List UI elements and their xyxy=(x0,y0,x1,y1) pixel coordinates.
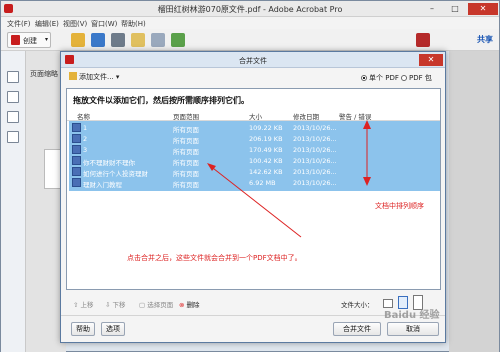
move-down-label: 下移 xyxy=(112,301,126,309)
merge-annotation: 点击合并之后，这些文件就会合并到一个PDF文档中了。 xyxy=(127,254,302,262)
page-thumbnails-icon[interactable] xyxy=(7,71,19,83)
radio-unselected-icon xyxy=(401,75,407,81)
pdf-tool-icon[interactable] xyxy=(416,33,430,47)
bookmarks-icon[interactable] xyxy=(7,91,19,103)
choose-pages-button[interactable]: ▢ 选择页面 xyxy=(139,299,173,309)
arrow-down-icon: ⇩ xyxy=(105,301,111,309)
pdf-package-label: PDF 包 xyxy=(409,74,432,82)
choose-pages-label: 选择页面 xyxy=(147,301,174,309)
delete-icon: ⊗ xyxy=(179,301,185,309)
settings-icon[interactable] xyxy=(151,33,165,47)
create-label: 创建 xyxy=(23,37,37,45)
file-list[interactable]: 拖放文件以添加它们，然后按所需顺序排列它们。 名称 页面范围 大小 修改日期 警… xyxy=(66,88,441,290)
dialog-close-button[interactable]: ✕ xyxy=(419,54,443,66)
minimize-button[interactable]: – xyxy=(421,3,443,15)
chevron-down-icon: ▾ xyxy=(115,73,120,81)
cancel-button[interactable]: 取消 xyxy=(387,322,439,336)
single-pdf-radio[interactable]: 单个 PDF xyxy=(361,73,399,83)
single-pdf-label: 单个 PDF xyxy=(369,74,399,82)
dialog-title: 合并文件 xyxy=(239,57,267,65)
menu-edit[interactable]: 编辑(E) xyxy=(35,19,59,29)
save-icon[interactable] xyxy=(91,33,105,47)
sort-order-annotation: 文档中排列顺序 xyxy=(375,202,424,210)
main-toolbar: 创建 ▾ 共享 xyxy=(1,29,499,51)
share-button[interactable]: 共享 xyxy=(474,32,496,48)
menu-bar: 文件(F) 编辑(E) 视图(V) 窗口(W) 帮助(H) xyxy=(1,17,499,29)
diagonal-arrow-line xyxy=(208,164,302,238)
email-icon[interactable] xyxy=(131,33,145,47)
add-files-button[interactable]: 添加文件... ▾ xyxy=(69,72,119,82)
delete-button[interactable]: ⊗ 删除 xyxy=(179,299,200,309)
move-up-label: 上移 xyxy=(80,301,94,309)
chevron-down-icon: ▾ xyxy=(45,36,49,43)
document-pane xyxy=(449,51,499,352)
open-folder-icon[interactable] xyxy=(71,33,85,47)
help-button[interactable]: 帮助 xyxy=(71,322,95,336)
page-thumbnails-title: 页面缩略 xyxy=(30,70,58,78)
signatures-icon[interactable] xyxy=(7,131,19,143)
navigation-pane xyxy=(1,51,26,352)
dialog-toolbar: 添加文件... ▾ 单个 PDF PDF 包 xyxy=(61,68,445,86)
pages-icon: ▢ xyxy=(139,301,146,309)
dialog-titlebar: 合并文件 ✕ xyxy=(61,52,445,68)
pdf-package-radio[interactable]: PDF 包 xyxy=(401,73,432,83)
options-button[interactable]: 选项 xyxy=(101,322,125,336)
menu-view[interactable]: 视图(V) xyxy=(63,19,87,29)
file-size-label: 文件大小： xyxy=(341,301,374,309)
move-down-button[interactable]: ⇩ 下移 xyxy=(105,299,126,309)
move-up-button[interactable]: ⇧ 上移 xyxy=(73,299,94,309)
baidu-watermark: Baidu 经验 xyxy=(384,310,440,321)
arrow-down-head xyxy=(363,177,371,186)
add-files-icon xyxy=(69,72,77,80)
add-files-label: 添加文件... xyxy=(79,73,114,81)
attachments-icon[interactable] xyxy=(7,111,19,123)
menu-help[interactable]: 帮助(H) xyxy=(121,19,146,29)
comment-icon[interactable] xyxy=(171,33,185,47)
menu-file[interactable]: 文件(F) xyxy=(7,19,31,29)
print-icon[interactable] xyxy=(111,33,125,47)
maximize-button[interactable]: □ xyxy=(444,3,466,15)
window-titlebar: 榴田红树林游070原文件.pdf - Adobe Acrobat Pro – □… xyxy=(1,1,499,17)
delete-label: 删除 xyxy=(186,301,200,309)
create-button[interactable]: 创建 ▾ xyxy=(7,32,51,48)
radio-selected-icon xyxy=(361,75,367,81)
window-close-button[interactable]: ✕ xyxy=(468,3,498,15)
combine-files-dialog: 合并文件 ✕ 添加文件... ▾ 单个 PDF PDF 包 拖放文件以添加它们，… xyxy=(60,51,446,343)
create-icon xyxy=(11,35,20,45)
arrow-up-icon: ⇧ xyxy=(73,301,79,309)
menu-window[interactable]: 窗口(W) xyxy=(91,19,117,29)
arrow-up-head xyxy=(363,120,371,129)
combine-files-button[interactable]: 合并文件 xyxy=(333,322,381,336)
